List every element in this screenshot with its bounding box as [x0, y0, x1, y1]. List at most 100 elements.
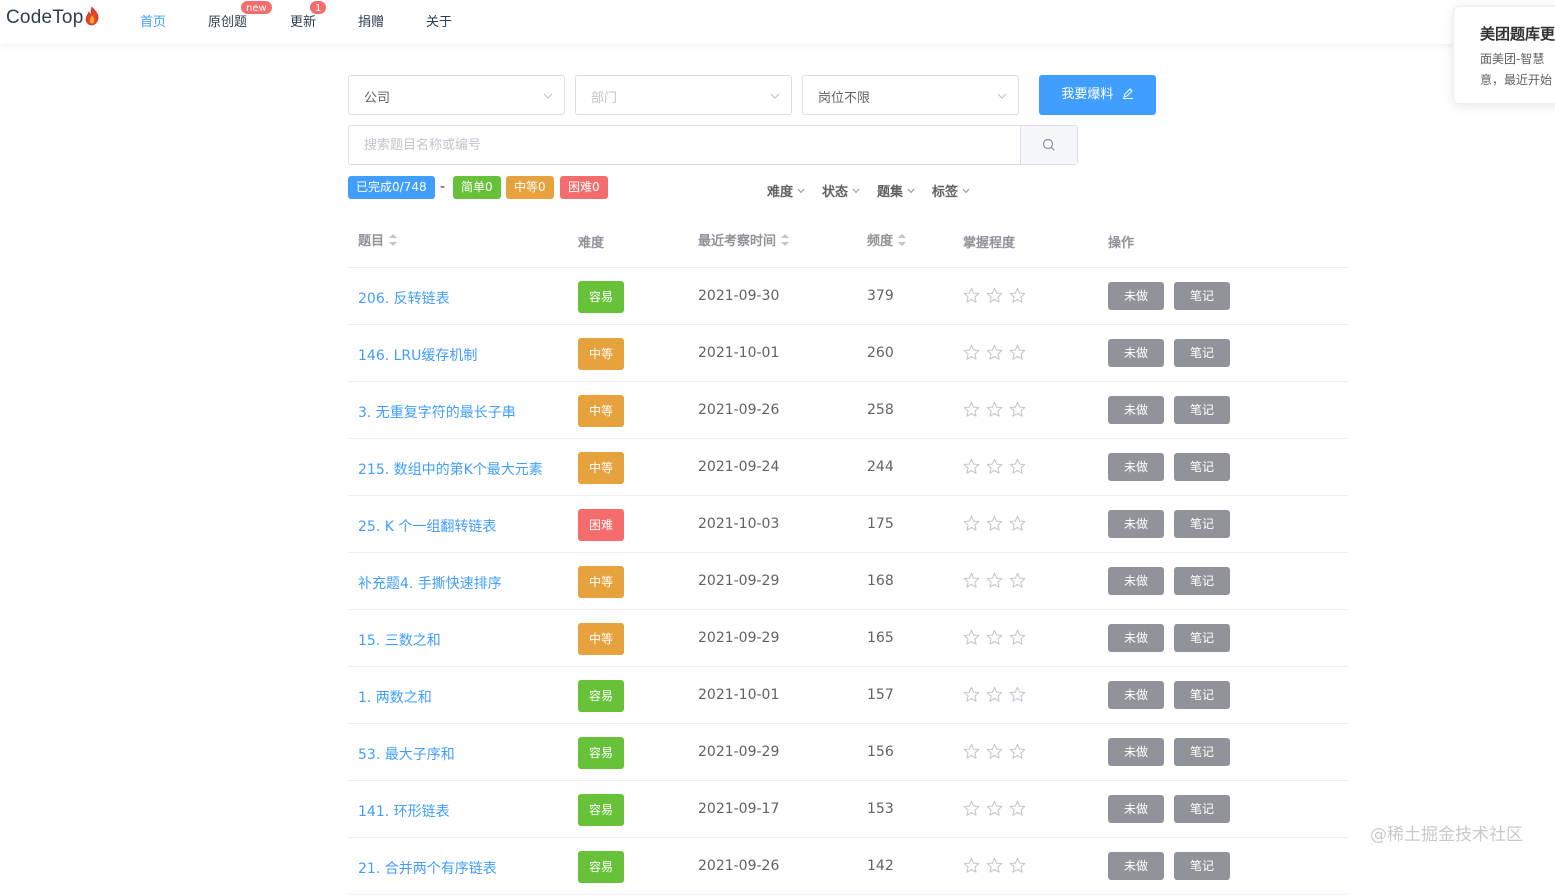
problem-title-link[interactable]: 21. 合并两个有序链表	[358, 858, 497, 878]
mastery-rating[interactable]	[963, 572, 1032, 590]
nav-item-original[interactable]: 原创题	[208, 11, 247, 30]
problem-title-link[interactable]: 206. 反转链表	[358, 288, 450, 308]
mastery-rating[interactable]	[963, 743, 1032, 761]
search-button[interactable]	[1020, 126, 1077, 164]
star-icon[interactable]	[1009, 800, 1026, 817]
star-icon[interactable]	[986, 800, 1003, 817]
status-todo-button[interactable]: 未做	[1108, 624, 1164, 652]
status-todo-button[interactable]: 未做	[1108, 282, 1164, 310]
mastery-rating[interactable]	[963, 515, 1032, 533]
status-filter[interactable]: 状态	[822, 181, 860, 200]
column-header-frequency[interactable]: 频度	[867, 230, 907, 249]
star-icon[interactable]	[963, 743, 980, 760]
note-button[interactable]: 笔记	[1174, 738, 1230, 766]
position-select[interactable]: 岗位不限	[802, 75, 1019, 115]
problem-title-link[interactable]: 141. 环形链表	[358, 801, 450, 821]
difficulty-filter[interactable]: 难度	[767, 181, 805, 200]
column-header-title[interactable]: 题目	[358, 230, 398, 249]
star-icon[interactable]	[1009, 401, 1026, 418]
star-icon[interactable]	[1009, 287, 1026, 304]
star-icon[interactable]	[963, 344, 980, 361]
problem-title-link[interactable]: 215. 数组中的第K个最大元素	[358, 459, 543, 479]
note-button[interactable]: 笔记	[1174, 795, 1230, 823]
star-icon[interactable]	[986, 515, 1003, 532]
star-icon[interactable]	[963, 686, 980, 703]
company-select[interactable]: 公司	[348, 75, 565, 115]
table-row: 25. K 个一组翻转链表 困难 2021-10-03 175 未做 笔记	[348, 496, 1348, 553]
problem-title-link[interactable]: 3. 无重复字符的最长子串	[358, 402, 516, 422]
logo[interactable]: CodeTop	[6, 6, 100, 29]
star-icon[interactable]	[1009, 344, 1026, 361]
status-todo-button[interactable]: 未做	[1108, 510, 1164, 538]
problem-title-link[interactable]: 25. K 个一组翻转链表	[358, 516, 496, 536]
nav-item-home[interactable]: 首页	[140, 11, 166, 30]
star-icon[interactable]	[986, 401, 1003, 418]
notification-popup[interactable]: 美团题库更 面美团-智慧 意，最近开始	[1453, 6, 1555, 104]
note-button[interactable]: 笔记	[1174, 396, 1230, 424]
status-todo-button[interactable]: 未做	[1108, 567, 1164, 595]
problem-title-link[interactable]: 1. 两数之和	[358, 687, 432, 707]
star-icon[interactable]	[963, 401, 980, 418]
mastery-rating[interactable]	[963, 287, 1032, 305]
star-icon[interactable]	[963, 458, 980, 475]
star-icon[interactable]	[986, 344, 1003, 361]
problem-title-link[interactable]: 补充题4. 手撕快速排序	[358, 573, 502, 593]
note-button[interactable]: 笔记	[1174, 282, 1230, 310]
problemset-filter[interactable]: 题集	[877, 181, 915, 200]
star-icon[interactable]	[963, 800, 980, 817]
status-todo-button[interactable]: 未做	[1108, 453, 1164, 481]
star-icon[interactable]	[986, 629, 1003, 646]
last-asked-date: 2021-10-01	[698, 687, 780, 703]
star-icon[interactable]	[963, 287, 980, 304]
mastery-rating[interactable]	[963, 800, 1032, 818]
star-icon[interactable]	[1009, 743, 1026, 760]
star-icon[interactable]	[963, 857, 980, 874]
mastery-rating[interactable]	[963, 629, 1032, 647]
status-todo-button[interactable]: 未做	[1108, 339, 1164, 367]
problem-title-link[interactable]: 146. LRU缓存机制	[358, 345, 477, 365]
table-row: 141. 环形链表 容易 2021-09-17 153 未做 笔记	[348, 781, 1348, 838]
mastery-rating[interactable]	[963, 686, 1032, 704]
problem-title-link[interactable]: 53. 最大子序和	[358, 744, 455, 764]
mastery-rating[interactable]	[963, 344, 1032, 362]
star-icon[interactable]	[1009, 515, 1026, 532]
column-header-last-date[interactable]: 最近考察时间	[698, 230, 790, 249]
mastery-rating[interactable]	[963, 857, 1032, 875]
note-button[interactable]: 笔记	[1174, 453, 1230, 481]
tag-filter[interactable]: 标签	[932, 181, 970, 200]
nav-item-about[interactable]: 关于	[426, 11, 452, 30]
note-button[interactable]: 笔记	[1174, 624, 1230, 652]
search-input[interactable]	[349, 126, 1021, 164]
star-icon[interactable]	[963, 515, 980, 532]
star-icon[interactable]	[986, 572, 1003, 589]
status-todo-button[interactable]: 未做	[1108, 852, 1164, 880]
report-button[interactable]: 我要爆料	[1039, 75, 1156, 115]
status-todo-button[interactable]: 未做	[1108, 396, 1164, 424]
note-button[interactable]: 笔记	[1174, 681, 1230, 709]
star-icon[interactable]	[986, 743, 1003, 760]
department-select[interactable]: 部门	[575, 75, 792, 115]
note-button[interactable]: 笔记	[1174, 852, 1230, 880]
status-todo-button[interactable]: 未做	[1108, 681, 1164, 709]
status-todo-button[interactable]: 未做	[1108, 795, 1164, 823]
mastery-rating[interactable]	[963, 458, 1032, 476]
star-icon[interactable]	[1009, 629, 1026, 646]
star-icon[interactable]	[1009, 458, 1026, 475]
status-todo-button[interactable]: 未做	[1108, 738, 1164, 766]
nav-item-donate[interactable]: 捐赠	[358, 11, 384, 30]
edit-icon	[1122, 88, 1133, 99]
problem-title-link[interactable]: 15. 三数之和	[358, 630, 441, 650]
star-icon[interactable]	[986, 458, 1003, 475]
note-button[interactable]: 笔记	[1174, 567, 1230, 595]
mastery-rating[interactable]	[963, 401, 1032, 419]
note-button[interactable]: 笔记	[1174, 510, 1230, 538]
star-icon[interactable]	[963, 572, 980, 589]
star-icon[interactable]	[986, 686, 1003, 703]
star-icon[interactable]	[1009, 686, 1026, 703]
star-icon[interactable]	[963, 629, 980, 646]
star-icon[interactable]	[1009, 857, 1026, 874]
star-icon[interactable]	[1009, 572, 1026, 589]
star-icon[interactable]	[986, 857, 1003, 874]
note-button[interactable]: 笔记	[1174, 339, 1230, 367]
star-icon[interactable]	[986, 287, 1003, 304]
